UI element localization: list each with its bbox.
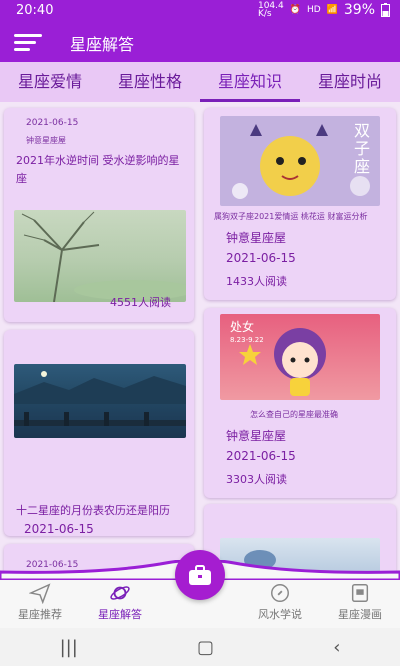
briefcase-button[interactable]	[175, 550, 225, 600]
briefcase-icon	[189, 565, 211, 585]
thumbnail-label: 处女	[230, 320, 255, 334]
article-card[interactable]: 处女 8.23-9.22 怎么查自己的星座最准确 钟意星座屋 2021-06-1…	[204, 308, 396, 498]
article-date: 2021-06-15	[226, 251, 296, 265]
menu-icon[interactable]	[14, 34, 42, 52]
compass-icon	[271, 584, 289, 602]
article-thumbnail: 处女 8.23-9.22	[220, 314, 380, 400]
article-thumbnail: 双子座	[220, 116, 380, 206]
system-navigation-bar: ||| ▢ ‹	[0, 628, 400, 666]
article-title: 2021年水逆时间 受水逆影响的星座	[16, 154, 180, 185]
planet-icon	[110, 586, 130, 600]
comic-icon	[351, 584, 369, 602]
battery-icon	[381, 3, 390, 17]
status-bar: 20:40 104.4 K/s ⏰ HD 📶 39%	[0, 0, 400, 22]
article-date: 2021-06-15	[26, 118, 79, 128]
recents-button[interactable]: |||	[60, 637, 78, 658]
category-tabs: 星座爱情 星座性格 星座知识 星座时尚	[0, 62, 400, 102]
thumbnail-dates: 8.23-9.22	[230, 336, 264, 344]
tab-knowledge[interactable]: 星座知识	[200, 62, 300, 102]
article-card[interactable]: 双子座 属狗双子座2021爱情运 桃花运 财富运分析 钟意星座屋 2021-06…	[204, 108, 396, 300]
article-caption: 属狗双子座2021爱情运 桃花运 财富运分析	[214, 212, 368, 221]
article-source: 钟意星座屋	[26, 136, 66, 145]
article-caption: 怎么查自己的星座最准确	[250, 410, 338, 419]
nav-recommend[interactable]: 星座推荐	[0, 582, 80, 622]
battery-level: 39%	[343, 2, 375, 18]
article-source: 钟意星座屋	[226, 429, 287, 443]
tab-fashion[interactable]: 星座时尚	[300, 62, 400, 102]
send-icon	[29, 583, 51, 604]
status-time: 20:40	[16, 3, 54, 18]
article-reads: 1433人阅读	[226, 275, 287, 288]
article-title: 十二星座的月份表农历还是阳历	[16, 504, 170, 517]
nav-fengshui[interactable]: 风水学说	[240, 582, 320, 622]
article-source: 钟意星座屋	[226, 231, 287, 245]
article-feed[interactable]: 2021-06-15 钟意星座屋 2021年水逆时间 受水逆影响的星座 4551…	[0, 102, 400, 572]
alarm-icon: ⏰	[289, 5, 301, 15]
article-card[interactable]: 十二星座的月份表农历还是阳历 2021-06-15	[4, 330, 194, 536]
page-title: 星座解答	[70, 35, 135, 54]
status-icons: 104.4 K/s ⏰ HD 📶 39%	[257, 1, 390, 19]
article-date: 2021-06-15	[24, 522, 94, 536]
hd-label: HD	[306, 5, 321, 15]
article-reads: 4551人阅读	[110, 296, 171, 309]
tab-love[interactable]: 星座爱情	[0, 62, 100, 102]
network-speed: 104.4 K/s	[257, 1, 284, 19]
bottom-navigation: 星座推荐 星座解答 风水学说 星座漫画	[0, 550, 400, 628]
article-thumbnail	[14, 364, 186, 438]
back-button[interactable]: ‹	[333, 637, 340, 658]
nav-comics[interactable]: 星座漫画	[320, 582, 400, 622]
article-card[interactable]: 2021-06-15 钟意星座屋 2021年水逆时间 受水逆影响的星座 4551…	[4, 108, 194, 322]
article-date: 2021-06-15	[226, 449, 296, 463]
nav-answers[interactable]: 星座解答	[80, 582, 160, 622]
home-button[interactable]: ▢	[197, 637, 214, 658]
wifi-icon: 📶	[326, 5, 338, 15]
tab-personality[interactable]: 星座性格	[100, 62, 200, 102]
article-thumbnail	[14, 210, 186, 302]
app-bar: 星座解答	[0, 22, 400, 62]
thumbnail-text: 双子座	[354, 121, 371, 176]
article-reads: 3303人阅读	[226, 473, 287, 486]
